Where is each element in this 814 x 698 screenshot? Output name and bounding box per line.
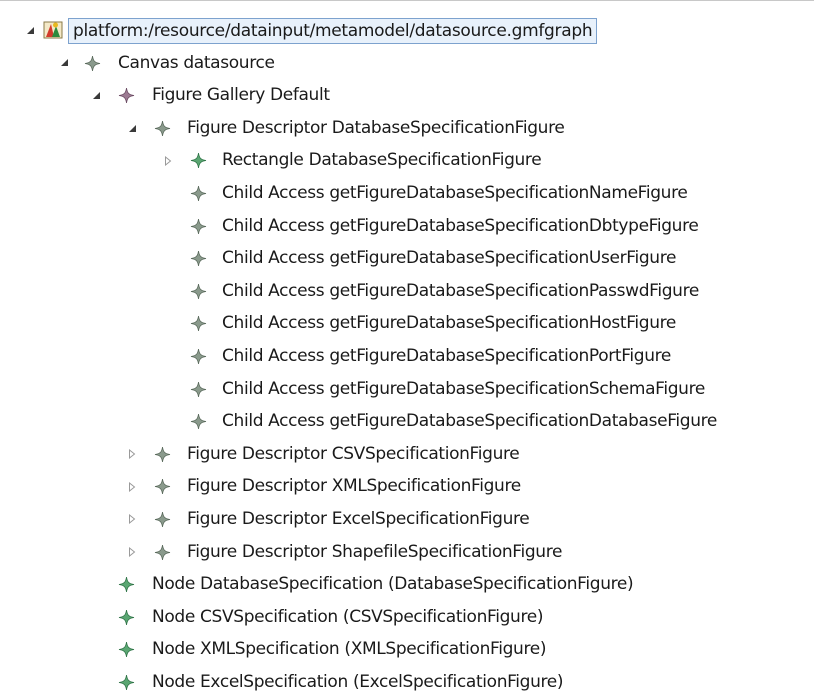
expanded-arrow-icon[interactable] [56, 47, 72, 80]
collapsed-arrow-icon[interactable] [124, 470, 140, 503]
diamond-gray-icon [154, 478, 171, 495]
diamond-gray-icon [190, 381, 207, 398]
collapsed-arrow-icon[interactable] [160, 144, 176, 177]
expanded-arrow-icon[interactable] [22, 14, 38, 47]
tree-item-label: Child Access getFigureDatabaseSpecificat… [222, 182, 688, 203]
tree-row-child-access[interactable]: Child Access getFigureDatabaseSpecificat… [0, 405, 814, 438]
diamond-gray-icon [190, 185, 207, 202]
tree-row-figure-descriptor[interactable]: Figure Descriptor ExcelSpecificationFigu… [0, 503, 814, 536]
tree-row-node[interactable]: Node DatabaseSpecification (DatabaseSpec… [0, 568, 814, 601]
diamond-green-icon [118, 576, 135, 593]
expanded-arrow-icon[interactable] [88, 79, 104, 112]
tree-item-label: Node XMLSpecification (XMLSpecificationF… [152, 639, 547, 660]
tree-row-child-access[interactable]: Child Access getFigureDatabaseSpecificat… [0, 307, 814, 340]
tree-row-child-access[interactable]: Child Access getFigureDatabaseSpecificat… [0, 177, 814, 210]
diamond-gray-icon [154, 120, 171, 137]
tree-row-child-access[interactable]: Child Access getFigureDatabaseSpecificat… [0, 373, 814, 406]
tree-row-rectangle[interactable]: Rectangle DatabaseSpecificationFigure [0, 144, 814, 177]
tree-item-label: Figure Gallery Default [152, 85, 330, 106]
tree-item-label: Figure Descriptor CSVSpecificationFigure [187, 443, 520, 464]
diamond-gray-icon [190, 315, 207, 332]
tree-row-child-access[interactable]: Child Access getFigureDatabaseSpecificat… [0, 242, 814, 275]
collapsed-arrow-icon[interactable] [124, 503, 140, 536]
diamond-gray-icon [190, 283, 207, 300]
diamond-green-icon [118, 674, 135, 691]
tree-row-figure-descriptor[interactable]: Figure Descriptor DatabaseSpecificationF… [0, 112, 814, 145]
diamond-gray-icon [84, 55, 101, 72]
tree-row-node[interactable]: Node CSVSpecification (CSVSpecificationF… [0, 601, 814, 634]
expanded-arrow-icon[interactable] [124, 112, 140, 145]
diamond-gray-icon [190, 218, 207, 235]
tree-item-label: Figure Descriptor ShapefileSpecification… [187, 541, 563, 562]
diamond-green-icon [118, 641, 135, 658]
tree-item-label: Rectangle DatabaseSpecificationFigure [222, 150, 542, 171]
tree-item-label: Figure Descriptor ExcelSpecificationFigu… [187, 508, 530, 529]
tree-row-root[interactable]: platform:/resource/datainput/metamodel/d… [0, 14, 814, 47]
tree-row-node[interactable]: Node ExcelSpecification (ExcelSpecificat… [0, 666, 814, 698]
tree-item-label: Child Access getFigureDatabaseSpecificat… [222, 345, 672, 366]
diamond-gray-icon [190, 348, 207, 365]
tree-row-canvas[interactable]: Canvas datasource [0, 47, 814, 80]
tree-item-label: Node ExcelSpecification (ExcelSpecificat… [152, 671, 564, 692]
tree-row-figure-descriptor[interactable]: Figure Descriptor ShapefileSpecification… [0, 536, 814, 569]
diamond-green-icon [190, 152, 207, 169]
diamond-gray-icon [154, 544, 171, 561]
diamond-gray-icon [154, 511, 171, 528]
tree-item-label: Figure Descriptor XMLSpecificationFigure [187, 476, 521, 497]
tree-row-child-access[interactable]: Child Access getFigureDatabaseSpecificat… [0, 275, 814, 308]
tree-item-label: Node DatabaseSpecification (DatabaseSpec… [152, 574, 634, 595]
collapsed-arrow-icon[interactable] [124, 438, 140, 471]
diamond-gray-icon [190, 250, 207, 267]
diamond-gray-icon [190, 413, 207, 430]
tree-row-figure-descriptor[interactable]: Figure Descriptor CSVSpecificationFigure [0, 438, 814, 471]
tree-row-figure-gallery[interactable]: Figure Gallery Default [0, 79, 814, 112]
diamond-purple-icon [118, 87, 135, 104]
tree-item-label: Canvas datasource [118, 52, 275, 73]
tree-item-label: Child Access getFigureDatabaseSpecificat… [222, 248, 677, 269]
gmfgraph-tree[interactable]: platform:/resource/datainput/metamodel/d… [0, 14, 814, 698]
tree-item-label: Child Access getFigureDatabaseSpecificat… [222, 280, 699, 301]
tree-item-label: platform:/resource/datainput/metamodel/d… [68, 18, 598, 44]
collapsed-arrow-icon[interactable] [124, 536, 140, 569]
tree-row-node[interactable]: Node XMLSpecification (XMLSpecificationF… [0, 633, 814, 666]
tree-item-label: Child Access getFigureDatabaseSpecificat… [222, 215, 699, 236]
tree-item-label: Child Access getFigureDatabaseSpecificat… [222, 313, 677, 334]
diamond-gray-icon [154, 446, 171, 463]
tree-item-label: Figure Descriptor DatabaseSpecificationF… [187, 117, 565, 138]
tree-row-child-access[interactable]: Child Access getFigureDatabaseSpecificat… [0, 340, 814, 373]
diamond-green-icon [118, 609, 135, 626]
tree-row-child-access[interactable]: Child Access getFigureDatabaseSpecificat… [0, 210, 814, 243]
view-top-border [0, 0, 814, 1]
tree-item-label: Child Access getFigureDatabaseSpecificat… [222, 411, 718, 432]
gmfgraph-resource-icon [43, 20, 63, 40]
tree-row-figure-descriptor[interactable]: Figure Descriptor XMLSpecificationFigure [0, 470, 814, 503]
tree-item-label: Node CSVSpecification (CSVSpecificationF… [152, 606, 544, 627]
tree-item-label: Child Access getFigureDatabaseSpecificat… [222, 378, 705, 399]
